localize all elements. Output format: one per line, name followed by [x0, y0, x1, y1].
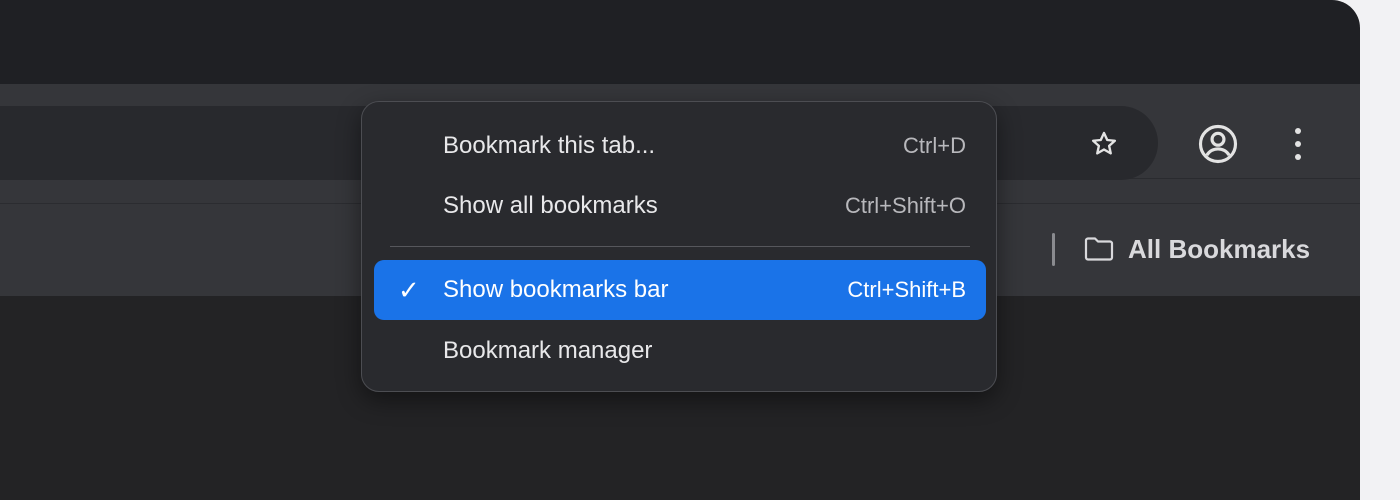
bookmark-star-button[interactable] [1080, 122, 1128, 166]
menu-item-label: Bookmark this tab... [443, 132, 656, 159]
menu-item-shortcut: Ctrl+D [903, 133, 966, 158]
profile-button[interactable] [1192, 118, 1244, 170]
menu-item-bookmark-this-tab[interactable]: Bookmark this tab... Ctrl+D [374, 116, 986, 176]
menu-item-show-all-bookmarks[interactable]: Show all bookmarks Ctrl+Shift+O [374, 176, 986, 236]
star-icon [1091, 131, 1117, 155]
all-bookmarks-button[interactable]: All Bookmarks [1084, 230, 1310, 268]
browser-menu-button[interactable] [1276, 118, 1320, 170]
menu-item-label: Show all bookmarks [443, 192, 658, 219]
menu-item-shortcut: Ctrl+Shift+O [844, 193, 966, 218]
menu-item-label: Bookmark manager [443, 337, 653, 364]
kebab-menu-icon [1295, 128, 1301, 160]
menu-item-label: Show bookmarks bar [443, 276, 669, 303]
menu-item-shortcut: Ctrl+Shift+B [847, 277, 966, 302]
browser-window: All Bookmarks Bookmark this tab... Ctrl+… [0, 0, 1360, 500]
menu-item-show-bookmarks-bar[interactable]: ✓ Show bookmarks bar Ctrl+Shift+B [374, 260, 986, 320]
menu-separator [390, 246, 970, 247]
bookmarks-dropdown-menu: Bookmark this tab... Ctrl+D Show all boo… [361, 101, 997, 392]
account-circle-icon [1198, 124, 1238, 164]
bookmarks-bar-separator [1052, 233, 1055, 266]
menu-item-bookmark-manager[interactable]: Bookmark manager [374, 321, 986, 381]
checkmark-icon: ✓ [398, 274, 420, 305]
all-bookmarks-label: All Bookmarks [1128, 233, 1311, 264]
folder-icon [1084, 237, 1114, 261]
